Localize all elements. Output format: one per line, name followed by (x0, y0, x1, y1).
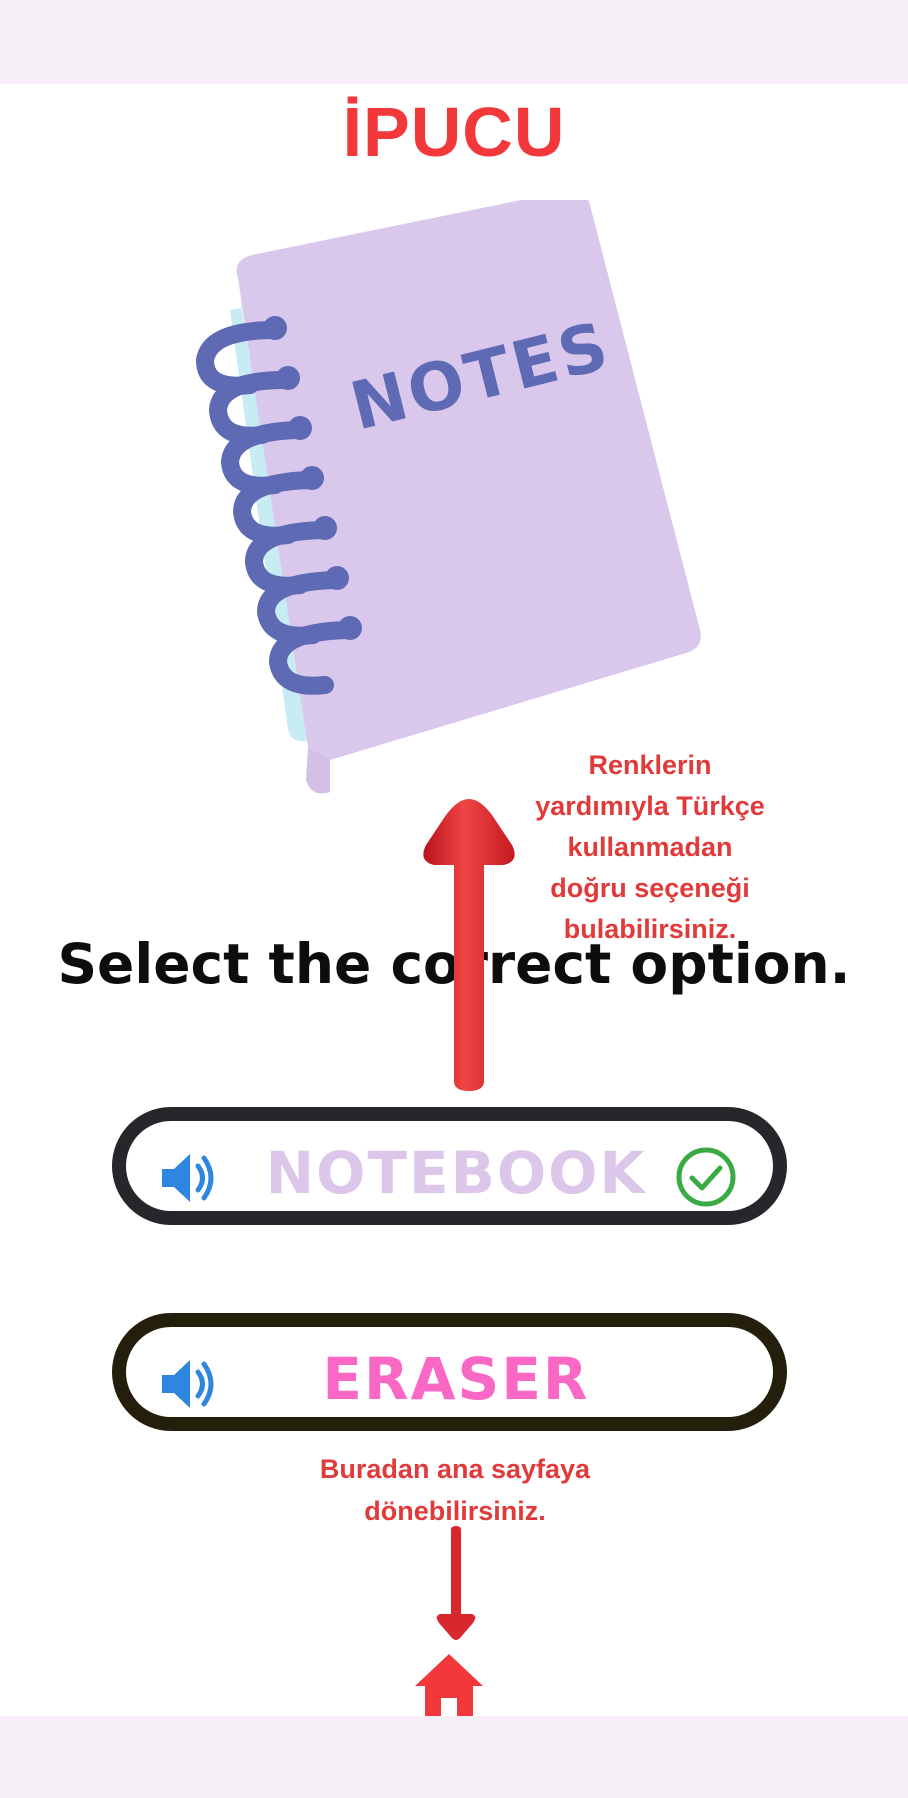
check-circle-icon (676, 1147, 736, 1207)
top-bar (0, 0, 908, 84)
arrow-down-icon (436, 1526, 476, 1640)
hint-colors-line: Renklerin (588, 750, 712, 780)
hint-home-text: Buradan ana sayfaya dönebilirsiniz. (280, 1448, 630, 1532)
option-notebook[interactable]: NOTEBOOK (112, 1107, 787, 1225)
option-eraser[interactable]: ERASER (112, 1313, 787, 1431)
bottom-bar (0, 1716, 908, 1798)
home-icon[interactable] (413, 1652, 485, 1716)
hint-colors-text: Renklerin yardımıyla Türkçe kullanmadan … (500, 745, 800, 950)
notebook-illustration: NOTES (195, 200, 701, 794)
arrow-up-icon (423, 799, 515, 1091)
hint-colors-line: doğru seçeneği (550, 873, 750, 903)
hint-colors-line: kullanmadan (567, 832, 733, 862)
speaker-icon[interactable] (160, 1358, 218, 1410)
hint-home-line: Buradan ana sayfaya (319, 1454, 591, 1484)
page-title: İPUCU (342, 93, 566, 171)
option-label: ERASER (322, 1345, 590, 1413)
speaker-icon[interactable] (160, 1152, 218, 1204)
hint-colors-line: yardımıyla Türkçe (535, 791, 765, 821)
option-label: NOTEBOOK (265, 1139, 647, 1207)
